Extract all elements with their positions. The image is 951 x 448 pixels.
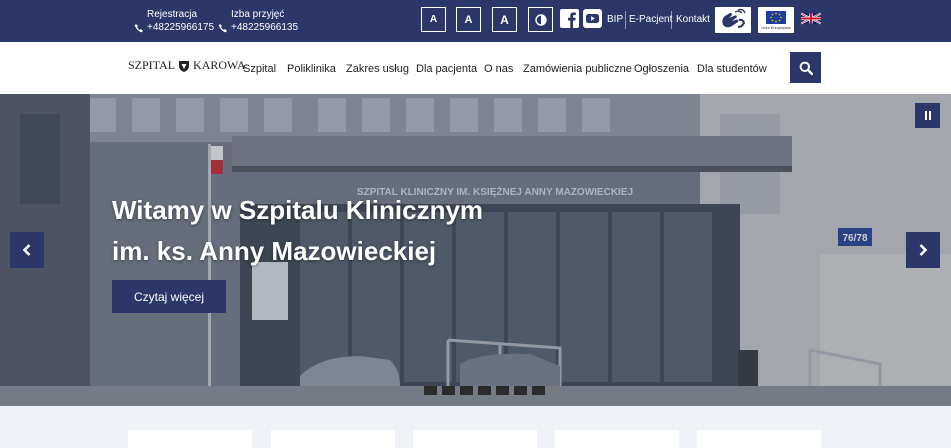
hero-title: Witamy w Szpitalu Klinicznym im. ks. Ann…: [112, 190, 483, 272]
bip-link[interactable]: BIP: [607, 14, 623, 25]
eu-badge-label: Unia Europejska: [761, 25, 791, 30]
eu-badge[interactable]: Unia Europejska: [758, 7, 794, 33]
sign-language-button[interactable]: [715, 7, 751, 33]
chevron-right-icon: [919, 244, 928, 256]
separator: [671, 11, 672, 29]
nav-item-dla-pacjenta[interactable]: Dla pacjenta: [416, 63, 477, 75]
logo-text-right: KAROWA: [193, 58, 246, 72]
youtube-icon[interactable]: [583, 9, 602, 28]
hero-title-line-1: Witamy w Szpitalu Klinicznym: [112, 195, 484, 225]
registration-contact[interactable]: Rejestracja +48225966175: [134, 8, 214, 34]
contrast-icon: [534, 13, 547, 26]
slider-pause-button[interactable]: [915, 103, 940, 128]
font-size-large-button[interactable]: A: [492, 7, 517, 32]
slider-pagination: [424, 386, 545, 395]
contact-link[interactable]: Kontakt: [676, 14, 710, 25]
slider-prev-button[interactable]: [10, 232, 44, 268]
slider-dot[interactable]: [514, 386, 527, 395]
read-more-button[interactable]: Czytaj więcej: [112, 280, 226, 313]
slider-next-button[interactable]: [906, 232, 940, 268]
nav-item-szpital[interactable]: Szpital: [243, 63, 276, 75]
phone-icon: [134, 23, 143, 32]
admission-label: Izba przyjęć: [231, 9, 285, 20]
slider-dot[interactable]: [532, 386, 545, 395]
nav-item-ogloszenia[interactable]: Ogłoszenia: [634, 63, 689, 75]
pause-icon: [924, 111, 931, 120]
registration-phone: +48225966175: [147, 22, 215, 33]
registration-label: Rejestracja: [147, 9, 198, 20]
quick-link-card[interactable]: [128, 430, 252, 448]
font-size-medium-button[interactable]: A: [456, 7, 481, 32]
admission-contact[interactable]: Izba przyjęć +48225966135: [218, 8, 298, 34]
search-icon: [799, 61, 813, 75]
search-button[interactable]: [790, 52, 821, 83]
facebook-icon[interactable]: [560, 9, 579, 28]
phone-icon: [218, 23, 227, 32]
separator: [625, 11, 626, 29]
uk-flag-icon[interactable]: [801, 12, 821, 25]
logo-text-left: SZPITAL: [128, 58, 176, 72]
admission-phone: +48225966135: [231, 22, 299, 33]
contrast-button[interactable]: [528, 7, 553, 32]
crest-icon: [179, 60, 190, 72]
slider-dot[interactable]: [478, 386, 491, 395]
site-logo[interactable]: SZPITAL KAROWA: [128, 58, 246, 73]
nav-item-zakres-uslug[interactable]: Zakres usług: [346, 63, 409, 75]
quick-link-card[interactable]: [413, 430, 537, 448]
nav-item-poliklinika[interactable]: Poliklinika: [287, 63, 336, 75]
quick-link-card[interactable]: [555, 430, 679, 448]
quick-link-card[interactable]: [697, 430, 821, 448]
chevron-left-icon: [22, 244, 31, 256]
quick-link-card[interactable]: [271, 430, 395, 448]
slider-dot[interactable]: [496, 386, 509, 395]
epacjent-link[interactable]: E-Pacjent: [629, 14, 672, 25]
slider-dot[interactable]: [460, 386, 473, 395]
sign-language-icon: [722, 8, 746, 28]
hero-title-line-2: im. ks. Anny Mazowieckiej: [112, 236, 437, 266]
nav-item-o-nas[interactable]: O nas: [484, 63, 513, 75]
nav-item-zamowienia-publiczne[interactable]: Zamówienia publiczne: [523, 63, 632, 75]
slider-dot[interactable]: [442, 386, 455, 395]
slider-dot[interactable]: [424, 386, 437, 395]
nav-item-dla-studentow[interactable]: Dla studentów: [697, 63, 767, 75]
font-size-small-button[interactable]: A: [421, 7, 446, 32]
top-bar: Rejestracja +48225966175 Izba przyjęć +4…: [0, 0, 951, 42]
